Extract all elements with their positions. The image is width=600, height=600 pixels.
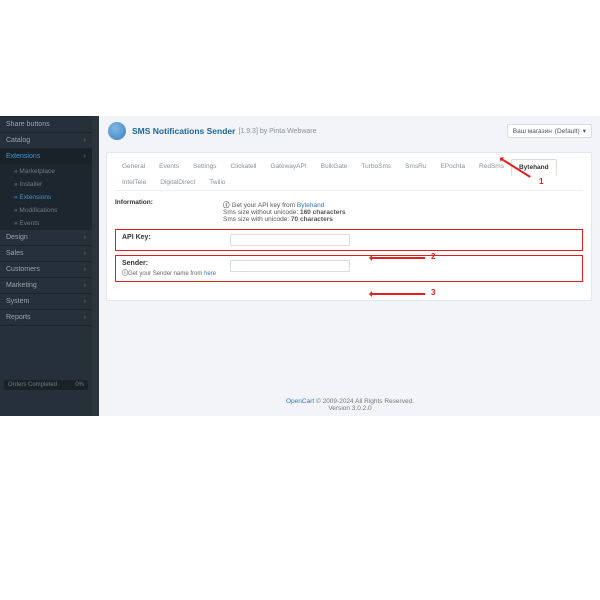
sidebar-item-reports[interactable]: Reports› (0, 310, 92, 326)
sidebar-item-share[interactable]: Share buttons (0, 116, 92, 133)
chevron-right-icon: › (84, 137, 86, 144)
tab-bulkgate[interactable]: BulkGate (314, 159, 355, 175)
sidebar-item-system[interactable]: System› (0, 294, 92, 310)
settings-panel: GeneralEventsSettingsClickatellGatewayAP… (106, 152, 592, 301)
tab-clickatell[interactable]: Clickatell (224, 159, 264, 175)
chevron-right-icon: › (84, 314, 86, 321)
api-key-highlight: API Key: (115, 229, 583, 251)
tab-inteltele[interactable]: IntelTele (115, 175, 153, 190)
sidebar-item-marketing[interactable]: Marketing› (0, 278, 92, 294)
module-logo-icon (108, 122, 126, 140)
chevron-right-icon: › (84, 250, 86, 257)
footer: OpenCart © 2009-2024 All Rights Reserved… (100, 398, 600, 412)
sidebar-sub-installer[interactable]: » Installer (0, 178, 92, 191)
tab-gatewayapi[interactable]: GatewayAPI (264, 159, 314, 175)
orders-completed-widget[interactable]: Orders Completed0% (4, 380, 88, 390)
chevron-right-icon: › (84, 153, 86, 160)
bytehand-link[interactable]: Bytehand (297, 202, 324, 209)
tab-twilio[interactable]: Twilio (202, 175, 232, 190)
tab-settings[interactable]: Settings (186, 159, 224, 175)
sidebar-item-design[interactable]: Design› (0, 230, 92, 246)
chevron-right-icon: › (84, 298, 86, 305)
information-text: ⓘGet your API key from Bytehand Sms size… (223, 199, 346, 223)
sidebar: Share buttons Catalog› Extensions› » Mar… (0, 116, 92, 416)
sidebar-item-customers[interactable]: Customers› (0, 262, 92, 278)
page-header: SMS Notifications Sender [1.9.3] by Pint… (100, 116, 600, 146)
tab-epochta[interactable]: EPochta (433, 159, 472, 175)
annotation-num-2: 2 (431, 252, 435, 261)
sender-label: Sender: (122, 260, 224, 267)
divider (92, 116, 99, 416)
sidebar-sub-extensions[interactable]: » Extensions (0, 191, 92, 204)
tab-events[interactable]: Events (152, 159, 186, 175)
sidebar-item-extensions[interactable]: Extensions› (0, 149, 92, 165)
tab-bar: GeneralEventsSettingsClickatellGatewayAP… (115, 159, 583, 191)
chevron-right-icon: › (84, 234, 86, 241)
tab-digitaldirect[interactable]: DigitalDirect (153, 175, 202, 190)
annotation-num-1: 1 (539, 177, 543, 186)
tab-smsru[interactable]: SmsRu (398, 159, 433, 175)
api-key-label: API Key: (122, 234, 151, 241)
chevron-down-icon: ▾ (583, 127, 586, 135)
sender-input[interactable] (230, 260, 350, 272)
chevron-right-icon: › (84, 266, 86, 273)
information-label: Information: (115, 199, 223, 206)
page-subtitle: [1.9.3] by Pinta Webware (238, 128, 316, 135)
info-icon: ⓘ (223, 202, 230, 209)
page-title: SMS Notifications Sender (132, 126, 235, 136)
chevron-right-icon: › (84, 282, 86, 289)
tab-turbosms[interactable]: TurboSms (354, 159, 398, 175)
sender-here-link[interactable]: here (204, 271, 216, 277)
opencart-link[interactable]: OpenCart (286, 398, 314, 405)
annotation-arrow-3 (371, 293, 425, 295)
annotation-num-3: 3 (431, 288, 435, 297)
api-key-input[interactable] (230, 234, 350, 246)
sidebar-sub-modifications[interactable]: » Modifications (0, 204, 92, 217)
sender-highlight: Sender: ⓘGet your Sender name from here (115, 255, 583, 282)
annotation-arrow-2 (371, 257, 425, 259)
sidebar-item-catalog[interactable]: Catalog› (0, 133, 92, 149)
shop-selector[interactable]: Ваш магазин (Default) ▾ (507, 124, 592, 138)
tab-general[interactable]: General (115, 159, 152, 175)
sidebar-sub-marketplace[interactable]: » Marketplace (0, 165, 92, 178)
sidebar-item-sales[interactable]: Sales› (0, 246, 92, 262)
sidebar-sub-events[interactable]: » Events (0, 217, 92, 230)
